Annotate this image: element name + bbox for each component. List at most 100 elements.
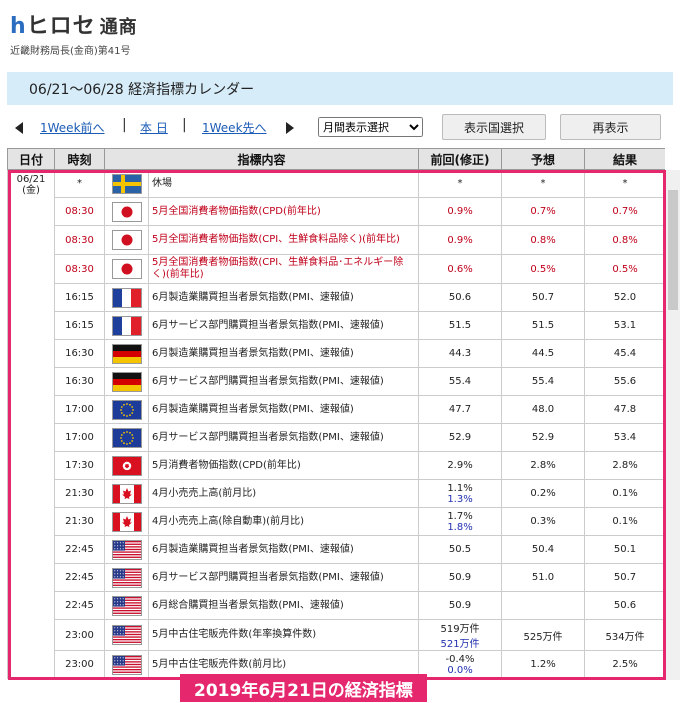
time-cell: 16:15 bbox=[54, 311, 105, 340]
revised-value: 1.8% bbox=[447, 521, 473, 533]
prev-week-link[interactable]: 1Week前へ bbox=[40, 119, 105, 136]
flag-cell bbox=[104, 339, 149, 368]
logo: hヒロセ 通商 近畿財務局長(金商)第41号 bbox=[10, 8, 138, 57]
refresh-button[interactable]: 再表示 bbox=[560, 114, 661, 140]
hongkong-flag-icon bbox=[111, 455, 142, 476]
forecast-cell: 0.8% bbox=[501, 225, 586, 255]
indicator-name: 6月サービス部門購買担当者景気指数(PMI、速報値) bbox=[147, 563, 420, 592]
previous-cell: 50.9 bbox=[418, 591, 503, 620]
previous-cell: 51.5 bbox=[418, 311, 503, 340]
usa-flag-icon bbox=[111, 654, 142, 675]
indicator-name: 5月全国消費者物価指数(CPI、生鮮食料品･エネルギー除く)(前年比) bbox=[147, 254, 420, 284]
forecast-cell: 1.2% bbox=[501, 650, 586, 679]
previous-cell: 0.9% bbox=[418, 225, 503, 255]
indicator-name: 6月製造業購買担当者景気指数(PMI、速報値) bbox=[147, 283, 420, 312]
forecast-cell: 44.5 bbox=[501, 339, 586, 368]
time-cell: 22:45 bbox=[54, 591, 105, 620]
indicator-name: 6月総合購買担当者景気指数(PMI、速報値) bbox=[147, 591, 420, 620]
previous-cell: 47.7 bbox=[418, 395, 503, 424]
brand-name: hヒロセ 通商 bbox=[10, 14, 138, 39]
indicator-name: 休場 bbox=[147, 169, 420, 198]
time-cell: 17:30 bbox=[54, 451, 105, 480]
table-row: 22:45 6月サービス部門購買担当者景気指数(PMI、速報値) 50.9 51.0 5… bbox=[8, 563, 665, 592]
table-row: 22:45 6月製造業購買担当者景気指数(PMI、速報値) 50.5 50.4 50.1 bbox=[8, 535, 665, 564]
indicator-name: 6月サービス部門購買担当者景気指数(PMI、速報値) bbox=[147, 423, 420, 452]
flag-cell bbox=[104, 197, 149, 226]
forecast-cell: 0.2% bbox=[501, 479, 586, 508]
time-cell: 21:30 bbox=[54, 507, 105, 536]
forecast-cell: 50.4 bbox=[501, 535, 586, 564]
flag-cell bbox=[104, 283, 149, 312]
time-cell: 23:00 bbox=[54, 619, 105, 651]
table-row: 16:30 6月サービス部門購買担当者景気指数(PMI、速報値) 55.4 55.4 5… bbox=[8, 367, 665, 396]
flag-cell bbox=[104, 225, 149, 255]
table-row: 08:30 5月全国消費者物価指数(CPD(前年比) 0.9% 0.7% 0.7% bbox=[8, 197, 665, 226]
page-title-bar: 06/21～06/28 経済指標カレンダー bbox=[7, 72, 673, 105]
header-time: 時刻 bbox=[54, 148, 105, 170]
time-cell: 08:30 bbox=[54, 254, 105, 284]
result-cell: 2.8% bbox=[584, 451, 665, 480]
result-cell: 2.5% bbox=[584, 650, 665, 679]
eu-flag-icon bbox=[111, 427, 142, 448]
table-row: 22:45 6月総合購買担当者景気指数(PMI、速報値) 50.9 50.6 bbox=[8, 591, 665, 620]
header-content: 指標内容 bbox=[103, 148, 420, 170]
previous-cell: 50.5 bbox=[418, 535, 503, 564]
japan-flag-icon bbox=[111, 230, 142, 250]
header-date: 日付 bbox=[7, 148, 55, 170]
indicator-name: 6月製造業購買担当者景気指数(PMI、速報値) bbox=[147, 339, 420, 368]
germany-flag-icon bbox=[111, 371, 142, 392]
flag-cell bbox=[104, 423, 149, 452]
forecast-cell: * bbox=[501, 169, 586, 198]
indicator-name: 5月全国消費者物価指数(CPD(前年比) bbox=[147, 197, 420, 226]
table-row: 08:30 5月全国消費者物価指数(CPI、生鮮食料品除く)(前年比) 0.9% 0.… bbox=[8, 225, 665, 255]
result-cell: 45.4 bbox=[584, 339, 665, 368]
result-cell: 53.1 bbox=[584, 311, 665, 340]
flag-cell bbox=[104, 619, 149, 651]
previous-cell: 50.9 bbox=[418, 563, 503, 592]
caption-banner: 2019年6月21日の経済指標 bbox=[180, 674, 427, 702]
date-cell: 06/21 (金) bbox=[7, 169, 55, 679]
time-cell: 17:00 bbox=[54, 395, 105, 424]
header-result: 結果 bbox=[584, 148, 665, 170]
country-select-button[interactable]: 表示国選択 bbox=[442, 114, 546, 140]
separator: | bbox=[122, 117, 127, 133]
france-flag-icon bbox=[111, 287, 142, 308]
next-week-link[interactable]: 1Week先へ bbox=[202, 119, 267, 136]
forecast-cell: 525万件 bbox=[501, 619, 586, 651]
table-row: 17:00 6月サービス部門購買担当者景気指数(PMI、速報値) 52.9 52.9 5… bbox=[8, 423, 665, 452]
previous-cell: 1.7% 1.8% bbox=[418, 507, 503, 536]
today-link[interactable]: 本 日 bbox=[140, 119, 168, 136]
previous-cell: 55.4 bbox=[418, 367, 503, 396]
usa-flag-icon bbox=[111, 595, 142, 616]
triangle-right-icon[interactable] bbox=[286, 122, 294, 134]
indicator-name: 4月小売売上高(前月比) bbox=[147, 479, 420, 508]
previous-cell: * bbox=[418, 169, 503, 198]
scrollbar-thumb[interactable] bbox=[668, 190, 678, 310]
forecast-cell: 2.8% bbox=[501, 451, 586, 480]
view-select[interactable]: 月間表示選択 bbox=[318, 117, 423, 137]
table-row: 23:00 5月中古住宅販売件数(年率換算件数) 519万件 521万件 525万件 53… bbox=[8, 619, 665, 651]
date-label: 06/21 (金) bbox=[16, 174, 46, 196]
table-row: 17:30 5月消費者物価指数(CPD(前年比) 2.9% 2.8% 2.8% bbox=[8, 451, 665, 480]
canada-flag-icon bbox=[111, 483, 142, 504]
canada-flag-icon bbox=[111, 511, 142, 532]
table-row: 21:30 4月小売売上高(除自動車)(前月比) 1.7% 1.8% 0.3% 0.1% bbox=[8, 507, 665, 536]
result-cell: 0.1% bbox=[584, 479, 665, 508]
revised-value: 0.0% bbox=[447, 664, 473, 676]
header-previous: 前回(修正) bbox=[418, 148, 503, 170]
revised-value: 521万件 bbox=[440, 639, 480, 650]
scrollbar[interactable] bbox=[666, 170, 680, 680]
indicator-name: 6月サービス部門購買担当者景気指数(PMI、速報値) bbox=[147, 311, 420, 340]
time-cell: 21:30 bbox=[54, 479, 105, 508]
table-row: 16:15 6月サービス部門購買担当者景気指数(PMI、速報値) 51.5 51.5 5… bbox=[8, 311, 665, 340]
forecast-cell: 51.0 bbox=[501, 563, 586, 592]
indicator-name: 6月製造業購買担当者景気指数(PMI、速報値) bbox=[147, 395, 420, 424]
indicator-name: 5月消費者物価指数(CPD(前年比) bbox=[147, 451, 420, 480]
result-cell: 47.8 bbox=[584, 395, 665, 424]
france-flag-icon bbox=[111, 315, 142, 336]
revised-value: 1.3% bbox=[447, 493, 473, 505]
table-row: 16:15 6月製造業購買担当者景気指数(PMI、速報値) 50.6 50.7 52.0 bbox=[8, 283, 665, 312]
triangle-left-icon[interactable] bbox=[15, 122, 23, 134]
time-cell: 08:30 bbox=[54, 197, 105, 226]
sweden-flag-icon bbox=[111, 173, 142, 194]
